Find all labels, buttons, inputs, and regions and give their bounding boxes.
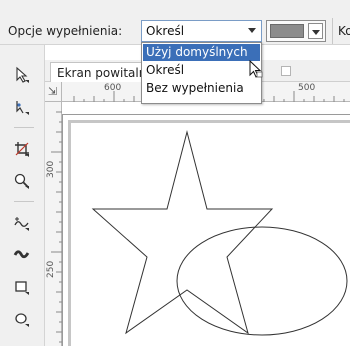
freehand-tool-icon[interactable] (8, 209, 36, 237)
fill-options-combo-value: Określ (146, 24, 185, 38)
dropdown-item-no-fill[interactable]: Bez wypełnienia (143, 80, 260, 97)
vertical-ruler-ticks (51, 111, 62, 343)
rectangle-tool-icon[interactable] (8, 273, 36, 301)
truncated-label: Ko (338, 24, 350, 38)
page-shadow (68, 120, 350, 346)
color-picker-dropdown-button[interactable] (308, 23, 323, 39)
chevron-down-icon[interactable] (248, 28, 256, 33)
artistic-media-icon[interactable] (8, 241, 36, 269)
ruler-origin-icon: ⇲ (48, 85, 58, 98)
toolbar-separator (332, 18, 333, 44)
chevron-down-icon (312, 30, 320, 35)
pick-tool-icon[interactable] (8, 61, 36, 89)
fill-options-dropdown: Użyj domyślnych Określ Bez wypełnienia (141, 42, 262, 104)
zoom-tool-icon[interactable] (8, 167, 36, 195)
shape-tool-icon[interactable] (8, 93, 36, 121)
ellipse-tool-icon[interactable] (8, 305, 36, 333)
fill-options-combo[interactable]: Określ (141, 20, 262, 42)
color-swatch[interactable] (270, 24, 304, 38)
ruler-label: 600 (104, 83, 122, 93)
ruler-origin[interactable]: ⇲ (45, 82, 62, 102)
toolbox-separator (14, 201, 34, 202)
dropdown-item-use-defaults[interactable]: Użyj domyślnych (143, 44, 260, 61)
vertical-ruler[interactable]: 300 250 (45, 102, 62, 346)
fill-color-picker[interactable] (266, 20, 326, 42)
page-icon (281, 66, 291, 76)
ruler-label: 250 (46, 260, 56, 278)
dropdown-item-specify[interactable]: Określ (143, 62, 260, 79)
fill-options-label: Opcje wypełnienia: (8, 24, 123, 38)
crop-tool-icon[interactable] (8, 135, 36, 163)
ruler-label: 300 (46, 160, 56, 178)
property-bar: Opcje wypełnienia: Określ Ko (0, 0, 350, 45)
toolbox (0, 45, 45, 346)
toolbox-separator (14, 127, 34, 128)
mouse-cursor-icon (249, 60, 263, 78)
ruler-label: 500 (298, 83, 316, 93)
